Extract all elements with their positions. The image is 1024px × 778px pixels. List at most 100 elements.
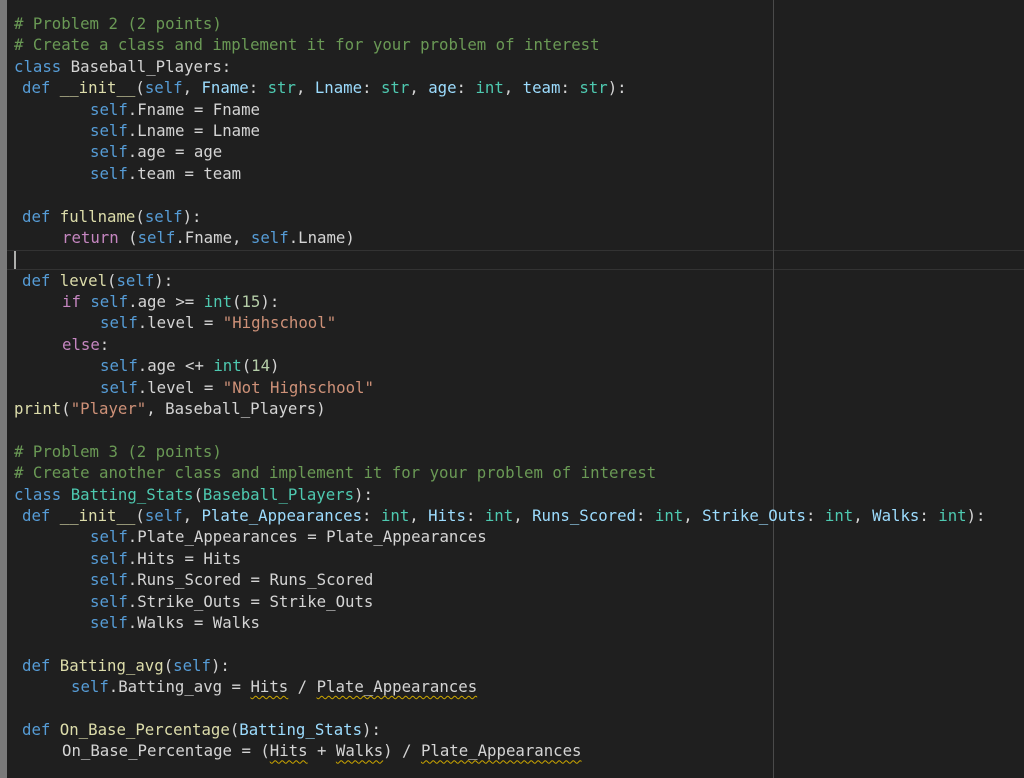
- code-line[interactable]: def fullname(self):: [14, 206, 1024, 227]
- code-line[interactable]: self.Lname = Lname: [14, 120, 1024, 141]
- code-token: ,: [409, 78, 429, 98]
- code-line[interactable]: def Batting_avg(self):: [14, 655, 1024, 676]
- code-token: self: [90, 120, 128, 140]
- code-token: __init__: [59, 505, 136, 525]
- code-token: :: [456, 78, 476, 98]
- code-token: .Lname): [288, 227, 355, 247]
- code-line[interactable]: self.Runs_Scored = Runs_Scored: [14, 569, 1024, 590]
- code-token: def: [22, 78, 51, 98]
- code-line[interactable]: # Problem 3 (2 points): [14, 441, 1024, 462]
- code-token: .team = team: [127, 163, 242, 183]
- code-token: Lname: [314, 78, 363, 98]
- code-token: self: [71, 677, 109, 697]
- code-line[interactable]: On_Base_Percentage = (Hits + Walks) / Pl…: [14, 740, 1024, 761]
- code-line[interactable]: [14, 698, 1024, 719]
- code-token: ,: [503, 78, 523, 98]
- code-token: self: [90, 548, 128, 568]
- code-line[interactable]: [14, 184, 1024, 205]
- code-line[interactable]: class Batting_Stats(Baseball_Players):: [14, 484, 1024, 505]
- code-line[interactable]: [14, 419, 1024, 440]
- code-line[interactable]: print("Player", Baseball_Players): [14, 398, 1024, 419]
- code-token: self: [90, 142, 128, 162]
- code-token: ,: [295, 78, 315, 98]
- code-token: ):: [966, 505, 986, 525]
- code-token: str: [579, 78, 608, 98]
- code-token: ):: [154, 270, 174, 290]
- code-line[interactable]: class Baseball_Players:: [14, 56, 1024, 77]
- code-line[interactable]: self.team = team: [14, 163, 1024, 184]
- code-token: ,: [683, 505, 703, 525]
- code-token: ,: [853, 505, 873, 525]
- code-token: self: [137, 227, 176, 247]
- code-token: .level =: [137, 313, 223, 333]
- code-line[interactable]: self.Walks = Walks: [14, 612, 1024, 633]
- code-line[interactable]: else:: [14, 334, 1024, 355]
- code-token: __init__: [59, 78, 136, 98]
- code-token: int: [938, 505, 967, 525]
- code-token: :: [919, 505, 939, 525]
- code-token: self: [173, 655, 211, 675]
- code-line[interactable]: def level(self):: [14, 270, 1024, 291]
- code-token: :: [248, 78, 268, 98]
- code-token: ):: [182, 206, 202, 226]
- code-token: self: [100, 356, 138, 376]
- code-token: On_Base_Percentage = (: [62, 741, 270, 761]
- code-line[interactable]: self.age <+ int(14): [14, 355, 1024, 376]
- code-token: (: [193, 484, 203, 504]
- code-token: def: [22, 719, 51, 739]
- code-token: fullname: [59, 206, 136, 226]
- code-line[interactable]: self.Strike_Outs = Strike_Outs: [14, 591, 1024, 612]
- code-token: if: [62, 292, 81, 312]
- code-token: class: [14, 56, 62, 76]
- code-token: def: [22, 505, 51, 525]
- code-token: 14: [251, 356, 271, 376]
- code-line[interactable]: def On_Base_Percentage(Batting_Stats):: [14, 719, 1024, 740]
- code-token: def: [22, 655, 51, 675]
- code-line[interactable]: self.age = age: [14, 141, 1024, 162]
- code-token: "Player": [70, 399, 147, 419]
- code-editor[interactable]: # Problem 2 (2 points) # Create a class a…: [14, 13, 1024, 762]
- code-line[interactable]: if self.age >= int(15):: [14, 291, 1024, 312]
- code-line[interactable]: self.Hits = Hits: [14, 548, 1024, 569]
- code-token: self: [90, 163, 128, 183]
- code-line[interactable]: self.level = "Highschool": [14, 312, 1024, 333]
- code-token: Strike_Outs: [702, 505, 807, 525]
- code-token: ,: [409, 505, 429, 525]
- code-token: :: [560, 78, 580, 98]
- code-token: .level =: [137, 377, 223, 397]
- code-line[interactable]: # Create another class and implement it …: [14, 462, 1024, 483]
- code-token: On_Base_Percentage: [59, 719, 230, 739]
- code-line[interactable]: self.Batting_avg = Hits / Plate_Appearan…: [14, 676, 1024, 697]
- code-token: .Runs_Scored = Runs_Scored: [127, 570, 374, 590]
- code-line[interactable]: def __init__(self, Fname: str, Lname: st…: [14, 77, 1024, 98]
- code-token: ): [270, 356, 280, 376]
- code-line[interactable]: def __init__(self, Plate_Appearances: in…: [14, 505, 1024, 526]
- code-line[interactable]: # Problem 2 (2 points): [14, 13, 1024, 34]
- code-token: level: [59, 270, 108, 290]
- code-token: .Fname,: [175, 227, 251, 247]
- code-token: age: [428, 78, 457, 98]
- code-line[interactable]: return (self.Fname, self.Lname): [14, 227, 1024, 248]
- code-token: Hits: [428, 505, 466, 525]
- code-line[interactable]: self.level = "Not Highschool": [14, 377, 1024, 398]
- code-token: int: [654, 505, 684, 525]
- code-line[interactable]: [14, 248, 1024, 269]
- code-token: int: [213, 356, 242, 376]
- code-line[interactable]: self.Plate_Appearances = Plate_Appearanc…: [14, 526, 1024, 547]
- code-token: self: [144, 78, 183, 98]
- code-token: int: [203, 292, 233, 312]
- code-token: self: [100, 377, 138, 397]
- code-line[interactable]: # Create a class and implement it for yo…: [14, 34, 1024, 55]
- code-line[interactable]: [14, 633, 1024, 654]
- code-token: /: [288, 677, 317, 697]
- code-token: def: [22, 206, 51, 226]
- code-token: .Fname = Fname: [127, 99, 261, 119]
- code-line[interactable]: self.Fname = Fname: [14, 99, 1024, 120]
- code-token: Batting_Stats: [239, 719, 363, 739]
